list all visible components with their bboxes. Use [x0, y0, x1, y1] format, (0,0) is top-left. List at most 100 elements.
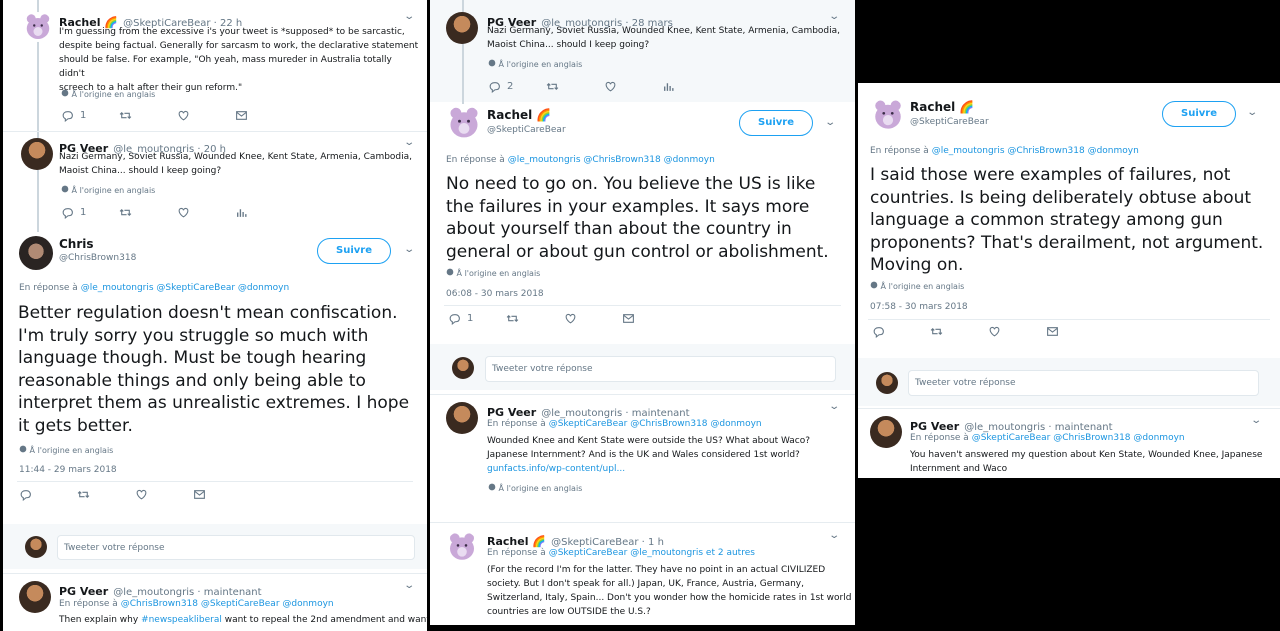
author-name[interactable]: Chris: [59, 237, 94, 251]
tweet-timestamp[interactable]: 06:08 - 30 mars 2018: [446, 289, 544, 299]
tweet-text: You haven't answered my question about K…: [910, 450, 1263, 474]
avatar[interactable]: [23, 12, 53, 42]
reply-button[interactable]: 1: [61, 206, 119, 219]
tweet-timestamp[interactable]: 07:58 - 30 mars 2018: [870, 302, 968, 312]
reply-mentions[interactable]: @le_moutongris @ChrisBrown318 @donmoyn: [508, 155, 715, 165]
retweet-icon: [77, 488, 90, 501]
follow-button[interactable]: Suivre: [317, 238, 391, 264]
like-button[interactable]: [604, 80, 662, 93]
external-link[interactable]: gunfacts.info/wp-content/upl...: [487, 462, 847, 476]
reply-icon: [19, 488, 32, 501]
avatar[interactable]: [871, 98, 905, 132]
hashtag-link[interactable]: #newspeakliberal: [141, 615, 222, 625]
chevron-down-icon[interactable]: ⌄: [403, 11, 415, 22]
reply-context: En réponse à @le_moutongris @ChrisBrown3…: [870, 146, 1139, 156]
translation-note[interactable]: Å l'origine en anglais: [446, 268, 540, 278]
reply-context: En réponse à @le_moutongris @ChrisBrown3…: [446, 155, 715, 165]
reply-button[interactable]: [872, 325, 930, 338]
conversation-column-1: Rachel 🌈 @SkeptiCareBear · 22 h ⌄ I'm gu…: [3, 0, 427, 631]
translation-note[interactable]: Å l'origine en anglais: [19, 445, 113, 455]
chevron-down-icon[interactable]: ⌄: [828, 530, 840, 541]
like-button[interactable]: [177, 109, 235, 122]
conversation-column-2: PG Veer @le_moutongris · 28 mars ⌄ Nazi …: [430, 0, 855, 625]
tweet-actions: 2: [488, 80, 720, 93]
tweet-actions: 1: [448, 312, 680, 325]
reply-input[interactable]: Tweeter votre réponse: [908, 370, 1259, 396]
translation-note[interactable]: Å l'origine en anglais: [61, 185, 155, 195]
translation-note[interactable]: Å l'origine en anglais: [870, 281, 964, 291]
avatar[interactable]: [446, 105, 482, 141]
reply-context: En réponse à @le_moutongris @SkeptiCareB…: [19, 283, 290, 293]
reply-button[interactable]: [19, 488, 77, 501]
reply-mentions[interactable]: @le_moutongris @ChrisBrown318 @donmoyn: [932, 146, 1139, 156]
retweet-button[interactable]: [930, 325, 988, 338]
reply-mentions[interactable]: @le_moutongris @SkeptiCareBear @donmoyn: [81, 283, 289, 293]
avatar[interactable]: [446, 402, 478, 434]
retweet-button[interactable]: [119, 109, 177, 122]
author-handle[interactable]: @SkeptiCareBear: [910, 117, 989, 127]
heart-icon: [135, 488, 148, 501]
author-name[interactable]: Rachel 🌈: [910, 100, 974, 114]
avatar[interactable]: [870, 416, 902, 448]
retweet-button[interactable]: [119, 206, 177, 219]
retweet-icon: [506, 312, 519, 325]
avatar: [25, 536, 47, 558]
reply-mentions[interactable]: @SkeptiCareBear @le_moutongris et 2 autr…: [549, 548, 755, 558]
like-button[interactable]: [177, 206, 235, 219]
heart-icon: [177, 206, 190, 219]
analytics-button[interactable]: [235, 206, 293, 219]
author-name[interactable]: Rachel 🌈: [487, 108, 551, 122]
tweet-timestamp[interactable]: 11:44 - 29 mars 2018: [19, 465, 117, 475]
like-button[interactable]: [564, 312, 622, 325]
retweet-button[interactable]: [546, 80, 604, 93]
message-button[interactable]: [622, 312, 680, 325]
translation-note[interactable]: Å l'origine en anglais: [61, 89, 155, 99]
reply-input[interactable]: Tweeter votre réponse: [57, 535, 415, 560]
message-button[interactable]: [235, 109, 293, 122]
envelope-icon: [622, 312, 635, 325]
retweet-button[interactable]: [506, 312, 564, 325]
reply-mentions[interactable]: @SkeptiCareBear @ChrisBrown318 @donmoyn: [972, 433, 1185, 443]
stats-icon: [662, 80, 675, 93]
chevron-down-icon[interactable]: ⌄: [1250, 415, 1262, 426]
avatar: [876, 372, 898, 394]
chevron-down-icon[interactable]: ⌄: [828, 11, 840, 22]
message-button[interactable]: [193, 488, 251, 501]
translation-note[interactable]: Å l'origine en anglais: [488, 59, 582, 69]
retweet-icon: [119, 206, 132, 219]
chevron-down-icon[interactable]: ⌄: [824, 117, 836, 128]
avatar[interactable]: [21, 138, 53, 170]
reply-button[interactable]: 2: [488, 80, 546, 93]
avatar[interactable]: [446, 531, 478, 563]
avatar[interactable]: [19, 581, 51, 613]
envelope-icon: [1046, 325, 1059, 338]
follow-button[interactable]: Suivre: [1162, 101, 1236, 127]
like-button[interactable]: [988, 325, 1046, 338]
envelope-icon: [235, 109, 248, 122]
chevron-down-icon[interactable]: ⌄: [403, 244, 415, 255]
analytics-button[interactable]: [662, 80, 720, 93]
tweet-text: Nazi Germany, Soviet Russia, Wounded Kne…: [59, 152, 413, 176]
translation-note[interactable]: Å l'origine en anglais: [488, 483, 582, 493]
follow-button[interactable]: Suivre: [739, 110, 813, 136]
tweet-actions: [872, 325, 1104, 338]
reply-mentions[interactable]: @ChrisBrown318 @SkeptiCareBear @donmoyn: [121, 599, 334, 609]
reply-button[interactable]: 1: [61, 109, 119, 122]
avatar[interactable]: [19, 236, 53, 270]
reply-button[interactable]: 1: [448, 312, 506, 325]
chevron-down-icon[interactable]: ⌄: [1246, 107, 1258, 118]
chevron-down-icon[interactable]: ⌄: [403, 137, 415, 148]
reply-mentions[interactable]: @SkeptiCareBear @ChrisBrown318 @donmoyn: [549, 419, 762, 429]
author-handle[interactable]: @SkeptiCareBear: [487, 125, 566, 135]
retweet-button[interactable]: [77, 488, 135, 501]
chevron-down-icon[interactable]: ⌄: [828, 401, 840, 412]
reply-context: En réponse à @SkeptiCareBear @ChrisBrown…: [487, 419, 762, 429]
tweet-actions: [19, 488, 251, 501]
stats-icon: [235, 206, 248, 219]
chevron-down-icon[interactable]: ⌄: [403, 580, 415, 591]
reply-input[interactable]: Tweeter votre réponse: [485, 356, 836, 382]
author-handle[interactable]: @ChrisBrown318: [59, 253, 136, 263]
like-button[interactable]: [135, 488, 193, 501]
avatar[interactable]: [446, 12, 478, 44]
message-button[interactable]: [1046, 325, 1104, 338]
